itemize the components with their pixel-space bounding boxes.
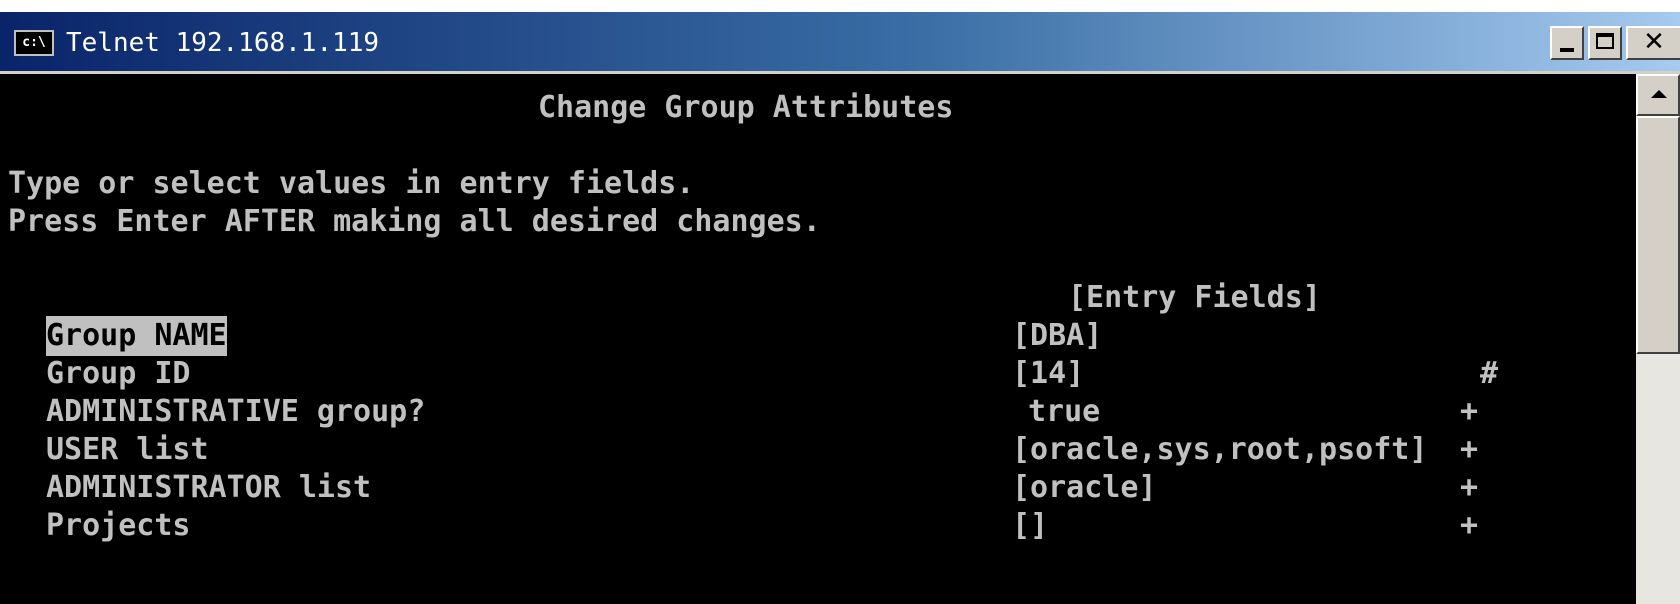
field-value-group-id[interactable]: [14] [1012, 354, 1084, 394]
list-indicator: + [1460, 470, 1479, 505]
maximize-icon [1596, 33, 1614, 49]
entry-fields-header: [Entry Fields] [1068, 280, 1321, 315]
field-label-projects[interactable]: Projects [46, 506, 191, 546]
field-label-group-id[interactable]: Group ID [46, 354, 191, 394]
console-screen[interactable]: Change Group Attributes Type or select v… [0, 74, 1636, 604]
field-value-user-list[interactable]: [oracle,sys,root,psoft] [1012, 430, 1427, 470]
list-indicator: + [1460, 508, 1479, 543]
screen-heading: Change Group Attributes [538, 90, 954, 125]
title-bar[interactable]: c:\ Telnet 192.168.1.119 ✕ [0, 12, 1680, 74]
minimize-icon [1560, 48, 1574, 52]
field-value-projects[interactable]: [] [1012, 506, 1048, 546]
window-title: Telnet 192.168.1.119 [66, 28, 380, 58]
close-icon: ✕ [1643, 27, 1665, 57]
scroll-thumb[interactable] [1636, 116, 1680, 354]
field-value-administrative-group[interactable]: true [1028, 392, 1100, 432]
minimize-button[interactable] [1550, 26, 1584, 60]
list-indicator: + [1460, 432, 1479, 467]
field-label-group-name[interactable]: Group NAME [46, 316, 227, 356]
instruction-line-2: Press Enter AFTER making all desired cha… [8, 204, 821, 239]
close-button[interactable]: ✕ [1626, 26, 1680, 60]
console-icon[interactable]: c:\ [14, 30, 54, 56]
maximize-button[interactable] [1588, 26, 1622, 60]
field-value-group-name[interactable]: [DBA] [1012, 316, 1102, 356]
up-arrow-icon [1651, 90, 1667, 98]
field-label-administrative-group[interactable]: ADMINISTRATIVE group? [46, 392, 425, 432]
field-label-user-list[interactable]: USER list [46, 430, 209, 470]
scroll-up-button[interactable] [1636, 74, 1680, 116]
vertical-scrollbar[interactable] [1636, 74, 1680, 604]
telnet-window: c:\ Telnet 192.168.1.119 ✕ Change Group … [0, 12, 1680, 604]
numeric-indicator: # [1480, 356, 1499, 391]
instruction-line-1: Type or select values in entry fields. [8, 166, 695, 201]
list-indicator: + [1460, 394, 1479, 429]
field-label-administrator-list[interactable]: ADMINISTRATOR list [46, 468, 371, 508]
field-value-administrator-list[interactable]: [oracle] [1012, 468, 1157, 508]
